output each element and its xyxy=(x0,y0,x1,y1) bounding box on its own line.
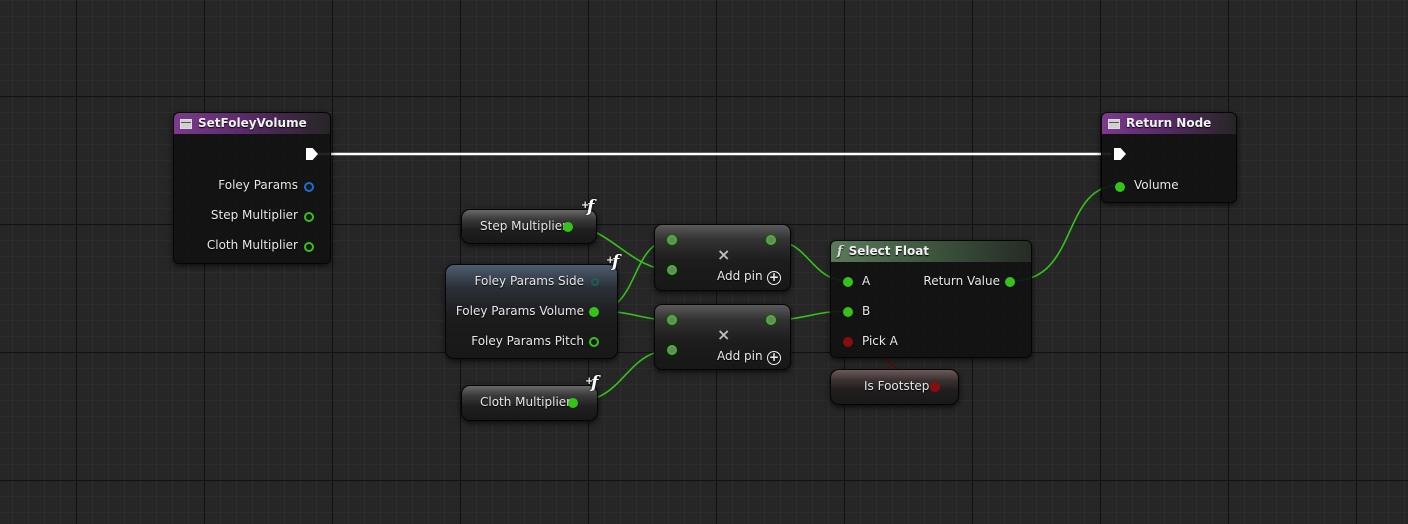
is-footstep-var-node[interactable]: Is Footstep xyxy=(830,369,959,405)
step-multiplier-var-label: Step Multiplier xyxy=(480,219,568,233)
foley-params-side-pin[interactable] xyxy=(591,278,599,286)
function-local-icon-2: f xyxy=(606,252,620,272)
foley-params-volume-pin[interactable] xyxy=(589,307,599,317)
multiply-2-input-b-pin[interactable] xyxy=(667,345,677,355)
step-multiplier-pin[interactable] xyxy=(304,212,314,222)
multiply-2-symbol: × xyxy=(717,325,731,344)
multiply-node-1[interactable]: × Add pin + xyxy=(654,224,791,291)
function-result-icon xyxy=(1108,118,1120,129)
foley-params-side-label: Foley Params Side xyxy=(474,274,585,288)
step-multiplier-var-node[interactable]: Step Multiplier xyxy=(461,209,597,244)
select-float-node[interactable]: f Select Float A B Pick A Return Value xyxy=(830,240,1032,358)
return-value-pin[interactable] xyxy=(1005,277,1015,287)
pick-a-pin[interactable] xyxy=(843,337,853,347)
multiply-2-output-pin[interactable] xyxy=(766,315,776,325)
foley-params-break-node[interactable]: Foley Params Side Foley Params Volume Fo… xyxy=(445,264,618,359)
foley-params-pitch-label: Foley Params Pitch xyxy=(471,334,584,348)
return-node-title: Return Node xyxy=(1126,116,1212,130)
select-float-title: Select Float xyxy=(848,244,930,258)
select-float-header[interactable]: f Select Float xyxy=(831,241,1031,262)
add-pin-icon-2[interactable]: + xyxy=(767,351,781,365)
volume-pin[interactable] xyxy=(1115,182,1125,192)
step-multiplier-label: Step Multiplier xyxy=(210,208,298,222)
multiply-1-symbol: × xyxy=(717,245,731,264)
multiply-1-add-pin-label[interactable]: Add pin xyxy=(717,269,763,283)
function-local-icon-3: f xyxy=(585,373,599,393)
foley-params-label: Foley Params xyxy=(218,178,298,192)
return-value-label: Return Value xyxy=(923,274,1000,288)
cloth-multiplier-var-pin[interactable] xyxy=(568,398,578,408)
return-node-header[interactable]: Return Node xyxy=(1102,113,1236,134)
multiply-1-input-a-pin[interactable] xyxy=(667,235,677,245)
cloth-multiplier-label: Cloth Multiplier xyxy=(206,238,298,252)
foley-params-pitch-pin[interactable] xyxy=(589,337,599,347)
is-footstep-pin[interactable] xyxy=(930,382,940,392)
cloth-multiplier-var-node[interactable]: Cloth Multiplier xyxy=(461,385,598,421)
multiply-2-input-a-pin[interactable] xyxy=(667,315,677,325)
set-foley-volume-header[interactable]: SetFoleyVolume xyxy=(174,113,330,134)
select-b-label: B xyxy=(862,304,871,318)
multiply-1-output-pin[interactable] xyxy=(766,235,776,245)
add-pin-icon[interactable]: + xyxy=(767,271,781,285)
set-foley-volume-title: SetFoleyVolume xyxy=(198,116,307,130)
multiply-2-add-pin-label[interactable]: Add pin xyxy=(717,349,763,363)
select-a-label: A xyxy=(862,274,871,288)
select-b-pin[interactable] xyxy=(843,307,853,317)
cloth-multiplier-pin[interactable] xyxy=(304,242,314,252)
pure-function-icon: f xyxy=(837,244,843,259)
select-a-pin[interactable] xyxy=(843,277,853,287)
multiply-1-input-b-pin[interactable] xyxy=(667,265,677,275)
foley-params-pin[interactable] xyxy=(304,182,314,192)
pick-a-label: Pick A xyxy=(862,334,898,348)
exec-out-pin[interactable] xyxy=(306,148,318,160)
return-node[interactable]: Return Node Volume xyxy=(1101,112,1237,203)
function-local-icon: f xyxy=(581,197,595,217)
set-foley-volume-node[interactable]: SetFoleyVolume Foley Params Step Multipl… xyxy=(173,112,331,264)
function-entry-icon xyxy=(180,118,192,129)
volume-label: Volume xyxy=(1134,178,1179,192)
exec-in-pin[interactable] xyxy=(1114,148,1126,160)
foley-params-volume-label: Foley Params Volume xyxy=(455,304,584,318)
is-footstep-label: Is Footstep xyxy=(864,379,930,393)
multiply-node-2[interactable]: × Add pin + xyxy=(654,304,791,370)
step-multiplier-var-pin[interactable] xyxy=(563,222,573,232)
cloth-multiplier-var-label: Cloth Multiplier xyxy=(480,395,572,409)
